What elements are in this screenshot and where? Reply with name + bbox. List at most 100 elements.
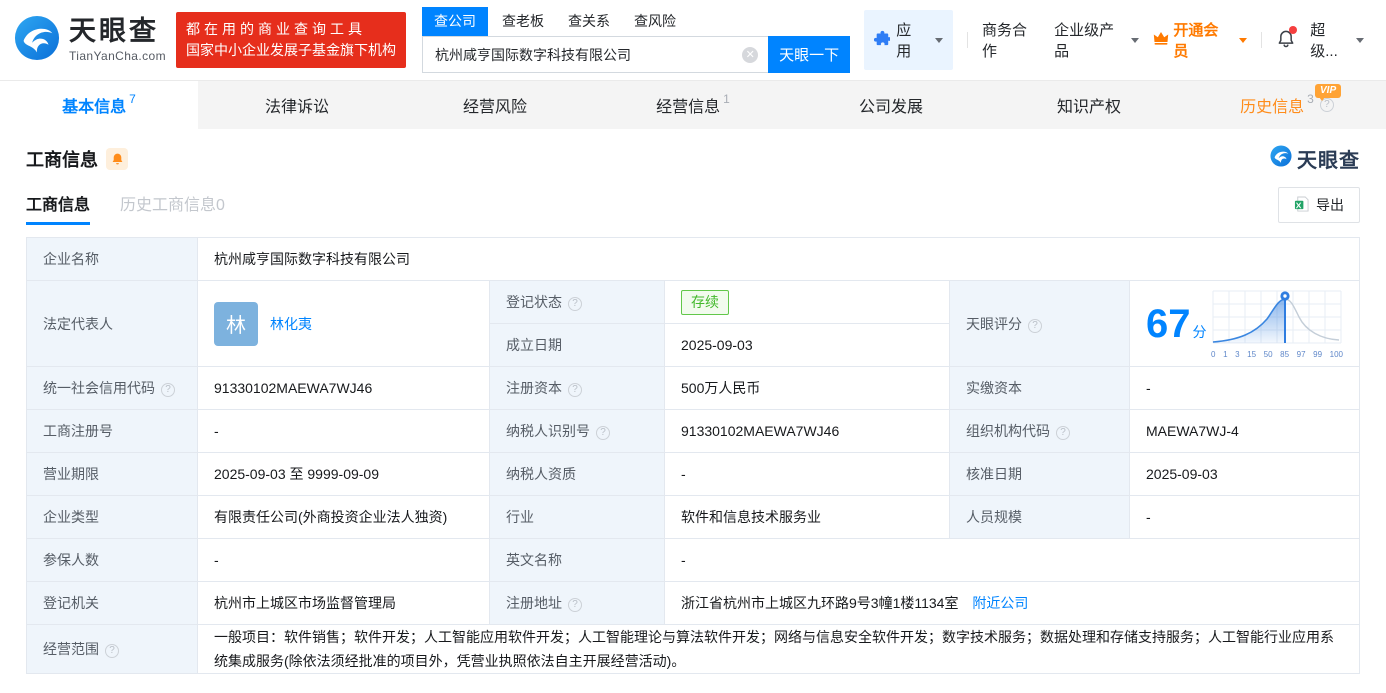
logo-subtitle: TianYanCha.com xyxy=(69,48,166,63)
chevron-down-icon xyxy=(1131,37,1140,43)
reg-status-value: 存续 xyxy=(664,280,950,324)
org-code-label: 组织机构代码 xyxy=(949,409,1130,453)
help-icon[interactable] xyxy=(596,426,610,440)
main-content: 工商信息 天眼查 工商信息 历史工商信息0 导出 企业名称 杭州咸亨国际数字科技… xyxy=(0,144,1386,674)
page-tab-bar: 基本信息 7 法律诉讼 经营风险 经营信息 1 公司发展 知识产权 VIP 历史信息… xyxy=(0,80,1386,129)
legal-rep-label: 法定代表人 xyxy=(26,280,198,367)
table-row: 法定代表人 林 林化夷 登记状态 存续 天眼评分 67 分 xyxy=(26,280,1361,367)
status-badge: 存续 xyxy=(681,289,729,315)
table-row: 经营范围 一般项目：软件销售；软件开发；人工智能应用软件开发；人工智能理论与算法… xyxy=(26,624,1361,674)
reg-address-text: 浙江省杭州市上城区九环路9号3幢1楼1134室 xyxy=(681,595,959,611)
search-box: 查公司 查老板 查关系 查风险 ✕ 天眼一下 xyxy=(421,7,851,73)
tab-operation-info[interactable]: 经营信息 1 xyxy=(594,81,792,129)
english-name-value: - xyxy=(663,538,1361,582)
taxpayer-id-label: 纳税人识别号 xyxy=(489,409,665,453)
section-title: 工商信息 xyxy=(26,149,98,170)
help-icon[interactable] xyxy=(568,297,582,311)
approval-date-value: 2025-09-03 xyxy=(1128,452,1361,496)
logo-title: 天眼查 xyxy=(69,15,159,46)
tab-label: 历史信息 xyxy=(1240,99,1305,116)
company-name-label: 企业名称 xyxy=(26,237,198,281)
watermark-logo: 天眼查 xyxy=(1270,144,1360,173)
business-info-table: 企业名称 杭州咸亨国际数字科技有限公司 法定代表人 林 林化夷 登记状态 存续 … xyxy=(26,237,1361,674)
reg-number-value: - xyxy=(197,409,490,453)
staff-size-value: - xyxy=(1128,495,1361,539)
tab-label: 法律诉讼 xyxy=(264,99,329,116)
avatar[interactable]: 林 xyxy=(214,301,258,346)
vip-crown-icon xyxy=(1153,31,1169,49)
notification-dot xyxy=(1289,25,1298,34)
score-unit: 分 xyxy=(1192,323,1207,340)
help-icon[interactable] xyxy=(161,383,175,397)
search-tab-boss[interactable]: 查老板 xyxy=(502,11,544,36)
reg-authority-value: 杭州市上城区市场监督管理局 xyxy=(197,581,490,625)
super-vip-label: 超级... xyxy=(1310,22,1338,60)
nav-enterprise-products[interactable]: 企业级产品 xyxy=(1054,19,1140,61)
score-chart-ticks: 0 1 3 15 50 85 97 99 100 xyxy=(1211,349,1344,359)
header-right-nav: 应用 商务合作 企业级产品 开通会员 超级... xyxy=(850,10,1364,70)
tianyancha-logo[interactable]: 天眼查 TianYanCha.com xyxy=(14,15,166,66)
promo-line1: 都在用的商业查询工具 xyxy=(185,21,366,37)
establish-date-value: 2025-09-03 xyxy=(664,323,950,367)
tab-operation-risk[interactable]: 经营风险 xyxy=(396,81,594,129)
subtab-history-business-info[interactable]: 历史工商信息0 xyxy=(120,191,225,225)
chevron-down-icon xyxy=(1356,37,1364,43)
help-icon[interactable] xyxy=(105,644,119,658)
score-number: 67 xyxy=(1146,301,1191,346)
export-button[interactable]: 导出 xyxy=(1278,187,1360,223)
help-icon[interactable] xyxy=(1056,426,1070,440)
credit-code-label: 统一社会信用代码 xyxy=(26,366,198,410)
approval-date-label: 核准日期 xyxy=(949,452,1130,496)
nav-open-vip[interactable]: 开通会员 xyxy=(1153,19,1248,61)
table-row: 企业类型 有限责任公司(外商投资企业法人独资) 行业 软件和信息技术服务业 人员… xyxy=(26,495,1361,539)
help-icon[interactable] xyxy=(1028,318,1042,333)
search-input-wrap: ✕ xyxy=(421,36,769,73)
search-tab-risk[interactable]: 查风险 xyxy=(634,11,676,36)
company-type-label: 企业类型 xyxy=(26,495,198,539)
insured-count-value: - xyxy=(197,538,490,582)
establish-date-label: 成立日期 xyxy=(489,323,665,367)
english-name-label: 英文名称 xyxy=(489,538,665,582)
nearby-companies-link[interactable]: 附近公司 xyxy=(972,595,1028,611)
help-icon[interactable] xyxy=(568,598,582,612)
tab-intellectual-property[interactable]: 知识产权 xyxy=(990,81,1188,129)
tab-basic-info[interactable]: 基本信息 7 xyxy=(0,81,198,129)
nav-super-vip[interactable]: 超级... xyxy=(1310,19,1364,61)
apps-menu[interactable]: 应用 xyxy=(864,10,953,70)
search-tab-relation[interactable]: 查关系 xyxy=(568,11,610,36)
tab-count: 3 xyxy=(1307,92,1314,106)
divider xyxy=(1261,32,1263,48)
reg-status-label: 登记状态 xyxy=(489,280,665,324)
tyc-score-value: 67 分 0 1 3 15 50 85 97 99 100 xyxy=(1128,280,1361,367)
table-row: 登记机关 杭州市上城区市场监督管理局 注册地址 浙江省杭州市上城区九环路9号3幢… xyxy=(26,581,1361,625)
nav-business-coop[interactable]: 商务合作 xyxy=(982,19,1040,61)
tab-label: 知识产权 xyxy=(1056,99,1121,116)
table-row: 统一社会信用代码 91330102MAEWA7WJ46 注册资本 500万人民币… xyxy=(26,366,1361,410)
tab-label: 公司发展 xyxy=(858,99,923,116)
legal-rep-link[interactable]: 林化夷 xyxy=(270,314,312,334)
subtab-business-info[interactable]: 工商信息 xyxy=(26,191,91,225)
clear-icon[interactable]: ✕ xyxy=(742,46,759,63)
industry-value: 软件和信息技术服务业 xyxy=(664,495,950,539)
legal-rep-value: 林 林化夷 xyxy=(197,280,490,367)
tab-legal-litigation[interactable]: 法律诉讼 xyxy=(198,81,396,129)
credit-code-value: 91330102MAEWA7WJ46 xyxy=(197,366,490,410)
chevron-down-icon xyxy=(1239,37,1248,43)
table-row: 营业期限 2025-09-03 至 9999-09-09 纳税人资质 - 核准日… xyxy=(26,452,1361,496)
tab-company-development[interactable]: 公司发展 xyxy=(792,81,990,129)
help-icon[interactable] xyxy=(568,383,582,397)
notifications-bell[interactable] xyxy=(1276,25,1298,53)
tab-label: 经营信息 xyxy=(656,99,721,116)
subscribe-bell-button[interactable] xyxy=(106,147,128,170)
enterprise-products-label: 企业级产品 xyxy=(1054,22,1115,60)
search-input[interactable] xyxy=(422,46,769,63)
reg-address-label: 注册地址 xyxy=(489,581,665,625)
reg-address-value: 浙江省杭州市上城区九环路9号3幢1楼1134室 附近公司 xyxy=(663,581,1361,625)
watermark-text: 天眼查 xyxy=(1297,150,1360,172)
tab-history-info[interactable]: VIP 历史信息 3 xyxy=(1188,81,1386,129)
search-tabs: 查公司 查老板 查关系 查风险 xyxy=(421,7,850,36)
staff-size-label: 人员规模 xyxy=(949,495,1130,539)
search-tab-company[interactable]: 查公司 xyxy=(421,7,488,36)
taxpayer-id-value: 91330102MAEWA7WJ46 xyxy=(664,409,950,453)
search-button[interactable]: 天眼一下 xyxy=(768,36,851,73)
